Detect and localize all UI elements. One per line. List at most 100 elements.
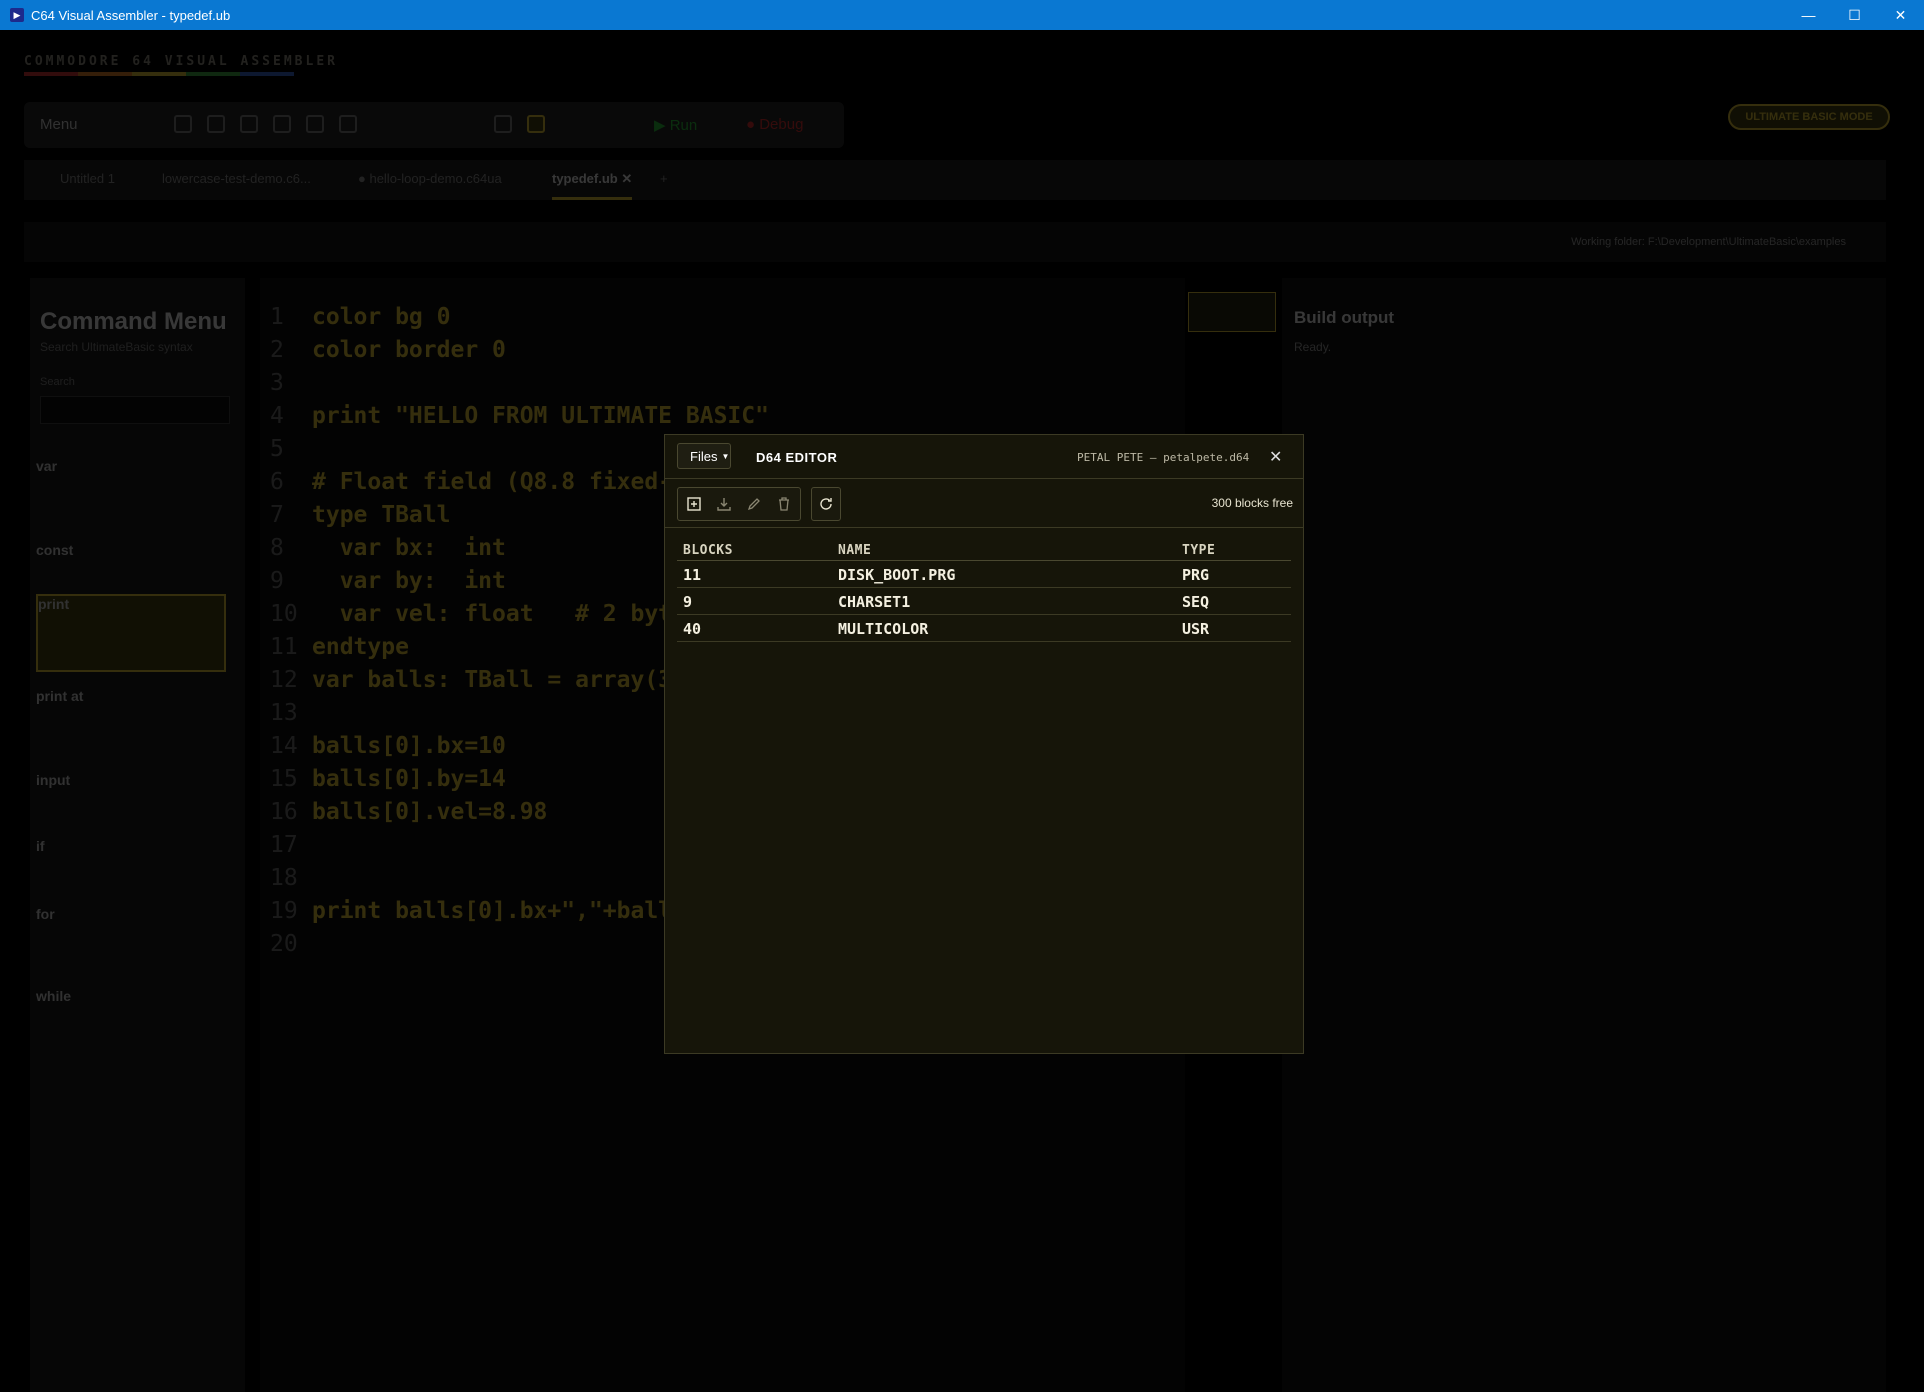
toolbar-icon[interactable] — [339, 115, 357, 133]
line-number: 7 — [270, 502, 284, 528]
line-number: 4 — [270, 403, 284, 429]
column-header-blocks[interactable]: BLOCKS — [677, 539, 832, 561]
build-status: Ready. — [1294, 340, 1332, 354]
line-number: 2 — [270, 337, 284, 363]
line-number: 19 — [270, 898, 298, 924]
toolbar-icon[interactable] — [527, 115, 545, 133]
command-item[interactable]: input — [36, 772, 226, 788]
column-header-type[interactable]: TYPE — [1176, 539, 1291, 561]
command-search-input[interactable] — [40, 396, 230, 424]
code-minimap[interactable] — [1188, 292, 1276, 332]
code-line: balls[0].by=14 — [312, 766, 506, 792]
run-button[interactable]: ▶ Run — [654, 116, 697, 134]
code-line: var by: int — [312, 568, 506, 594]
cell-name: DISK_BOOT.PRG — [832, 560, 1176, 588]
build-output-title: Build output — [1294, 308, 1395, 327]
command-menu-title: Command Menu — [40, 308, 227, 335]
table-header-row: BLOCKS NAME TYPE — [677, 539, 1291, 561]
line-number: 15 — [270, 766, 298, 792]
command-item[interactable]: while — [36, 988, 226, 1004]
command-item[interactable]: print at — [36, 688, 226, 704]
divider — [665, 527, 1303, 528]
column-header-name[interactable]: NAME — [832, 539, 1176, 561]
code-line: type TBall — [312, 502, 451, 528]
command-item-selected[interactable]: print — [36, 594, 226, 672]
delete-icon[interactable] — [776, 497, 792, 513]
app-frame: COMMODORE 64 VISUAL ASSEMBLER Menu ▶ Run… — [0, 30, 1924, 1392]
minimize-button[interactable]: — — [1786, 0, 1831, 30]
file-actions-group — [677, 487, 801, 521]
line-number: 11 — [270, 634, 298, 660]
table-row[interactable]: 40 MULTICOLOR USR — [677, 614, 1291, 642]
command-menu-panel: Command Menu Search UltimateBasic syntax… — [30, 278, 245, 1392]
window-title: C64 Visual Assembler - typedef.ub — [31, 8, 231, 23]
toolbar-icon[interactable] — [240, 115, 258, 133]
cell-type: PRG — [1176, 560, 1291, 588]
window-titlebar: ▶ C64 Visual Assembler - typedef.ub — ☐ … — [0, 0, 1924, 30]
menu-button[interactable]: Menu — [40, 116, 78, 133]
build-output-panel: Build output Ready. — [1282, 278, 1886, 1392]
search-label: Search — [40, 376, 75, 388]
code-line: var vel: float # 2 bytes — [312, 601, 700, 627]
add-file-icon[interactable] — [686, 497, 702, 513]
code-line: var bx: int — [312, 535, 506, 561]
app-icon: ▶ — [10, 8, 24, 22]
files-dropdown-label: Files — [690, 449, 718, 464]
debug-button[interactable]: ● Debug — [746, 116, 803, 133]
chevron-down-icon: ▼ — [721, 452, 730, 461]
command-menu-subtitle: Search UltimateBasic syntax — [40, 340, 193, 354]
command-item[interactable]: var — [36, 458, 226, 474]
refresh-icon[interactable] — [818, 497, 834, 513]
files-dropdown[interactable]: Files ▼ — [677, 443, 731, 469]
dialog-close-button[interactable]: ✕ — [1269, 447, 1282, 467]
dialog-title: D64 EDITOR — [756, 450, 838, 465]
cell-name: CHARSET1 — [832, 587, 1176, 615]
line-number: 1 — [270, 304, 284, 330]
line-number: 5 — [270, 436, 284, 462]
code-line: color bg 0 — [312, 304, 451, 330]
table-row[interactable]: 9 CHARSET1 SEQ — [677, 587, 1291, 615]
line-number: 18 — [270, 865, 298, 891]
line-number: 16 — [270, 799, 298, 825]
download-icon[interactable] — [716, 497, 732, 513]
line-number: 12 — [270, 667, 298, 693]
toolbar-icon[interactable] — [494, 115, 512, 133]
code-line: endtype — [312, 634, 409, 660]
command-item[interactable]: if — [36, 838, 226, 854]
dialog-header: Files ▼ D64 EDITOR PETAL PETE — petalpete… — [665, 435, 1303, 479]
cell-blocks: 40 — [677, 614, 832, 642]
maximize-button[interactable]: ☐ — [1832, 0, 1877, 30]
tab-hello-loop[interactable]: ● hello-loop-demo.c64ua — [358, 171, 502, 186]
main-toolbar: Menu ▶ Run ● Debug — [24, 102, 844, 148]
mode-badge[interactable]: ULTIMATE BASIC MODE — [1728, 104, 1890, 130]
new-tab-button[interactable]: + — [660, 171, 668, 186]
code-line: print "HELLO FROM ULTIMATE BASIC" — [312, 403, 769, 429]
d64-file-table: BLOCKS NAME TYPE 11 DISK_BOOT.PRG PRG 9 … — [677, 539, 1291, 642]
line-number: 17 — [270, 832, 298, 858]
toolbar-icon[interactable] — [273, 115, 291, 133]
window-close-button[interactable]: ✕ — [1878, 0, 1923, 30]
table-row[interactable]: 11 DISK_BOOT.PRG PRG — [677, 560, 1291, 588]
code-line: color border 0 — [312, 337, 506, 363]
file-tabs: Untitled 1 lowercase-test-demo.c6... ● h… — [24, 160, 1886, 200]
toolbar-icon[interactable] — [207, 115, 225, 133]
code-line: balls[0].vel=8.98 — [312, 799, 548, 825]
tab-lowercase-test[interactable]: lowercase-test-demo.c6... — [162, 171, 311, 186]
tab-typedef[interactable]: typedef.ub ✕ — [552, 171, 633, 200]
cell-blocks: 11 — [677, 560, 832, 588]
line-number: 6 — [270, 469, 284, 495]
toolbar-icon[interactable] — [174, 115, 192, 133]
cell-type: SEQ — [1176, 587, 1291, 615]
cell-type: USR — [1176, 614, 1291, 642]
line-number: 14 — [270, 733, 298, 759]
disk-name: PETAL PETE — petalpete.d64 — [1077, 451, 1250, 464]
brand-rainbow-bar — [24, 72, 294, 76]
rename-icon[interactable] — [746, 497, 762, 513]
tab-untitled[interactable]: Untitled 1 — [60, 171, 115, 186]
command-item[interactable]: for — [36, 906, 226, 922]
working-folder: Working folder: F:\Development\UltimateB… — [1571, 236, 1846, 248]
command-item[interactable]: const — [36, 542, 226, 558]
code-line: var balls: TBall = array(3) — [312, 667, 686, 693]
d64-editor-dialog: Files ▼ D64 EDITOR PETAL PETE — petalpete… — [664, 434, 1304, 1054]
toolbar-icon[interactable] — [306, 115, 324, 133]
